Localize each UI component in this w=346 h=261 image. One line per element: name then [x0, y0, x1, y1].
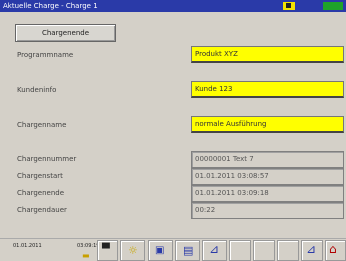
bottom-button-8[interactable]	[277, 240, 299, 261]
bottom-button-10[interactable]: ⌂	[325, 240, 346, 261]
list-icon: ▤	[183, 244, 194, 257]
chargendauer-label: Chargendauer	[17, 206, 67, 214]
bottom-button-5[interactable]: ⊿	[202, 240, 227, 261]
monitor-icon: ▀	[102, 244, 110, 255]
chargenstart-label: Chargenstart	[17, 172, 63, 180]
status-date: 01.01.2011	[13, 243, 42, 249]
window-title: Aktuelle Charge - Charge 1	[3, 2, 98, 10]
chargenende-label: Chargenende	[17, 189, 65, 197]
kundeninfo-label: Kundeninfo	[17, 86, 57, 94]
programmname-label: Programmname	[17, 51, 74, 59]
bottom-button-6[interactable]	[229, 240, 251, 261]
home-icon: ⌂	[329, 242, 337, 256]
bottom-button-4[interactable]: ▤	[175, 240, 200, 261]
bottom-button-9[interactable]: ⊿	[301, 240, 323, 261]
chargenende-field: 01.01.2011 03:09:18	[191, 185, 344, 202]
chargendauer-field: 00:22	[191, 202, 344, 219]
kundeninfo-field[interactable]: Kunde 123	[191, 81, 344, 98]
chargennummer-field: 00000001 Text 7	[191, 151, 344, 168]
chart-icon: ⊿	[209, 242, 220, 256]
bottom-button-2[interactable]: ☼	[120, 240, 145, 261]
bottom-button-7[interactable]	[253, 240, 275, 261]
bottom-button-1[interactable]: ▀	[97, 240, 118, 261]
indicator-dot	[286, 3, 291, 8]
screen-icon: ▣	[155, 245, 165, 256]
status-datetime: 01.01.2011 03:09:19	[13, 243, 99, 249]
status-indicator-green	[323, 2, 343, 10]
folder-icon: ▬	[82, 251, 90, 260]
chargennummer-label: Chargennummer	[17, 155, 77, 163]
chargenname-field[interactable]: normale Ausführung	[191, 116, 344, 133]
warning-icon: ☼	[128, 244, 138, 257]
bottom-button-3[interactable]: ▣	[148, 240, 173, 261]
chargenname-label: Chargenname	[17, 121, 67, 129]
chargenstart-field: 01.01.2011 03:08:57	[191, 168, 344, 185]
programmname-field[interactable]: Produkt XYZ	[191, 46, 344, 63]
status-indicator-yellow	[283, 2, 295, 10]
chargenende-button[interactable]: Chargenende	[15, 24, 116, 42]
chart-icon-2: ⊿	[306, 242, 317, 256]
